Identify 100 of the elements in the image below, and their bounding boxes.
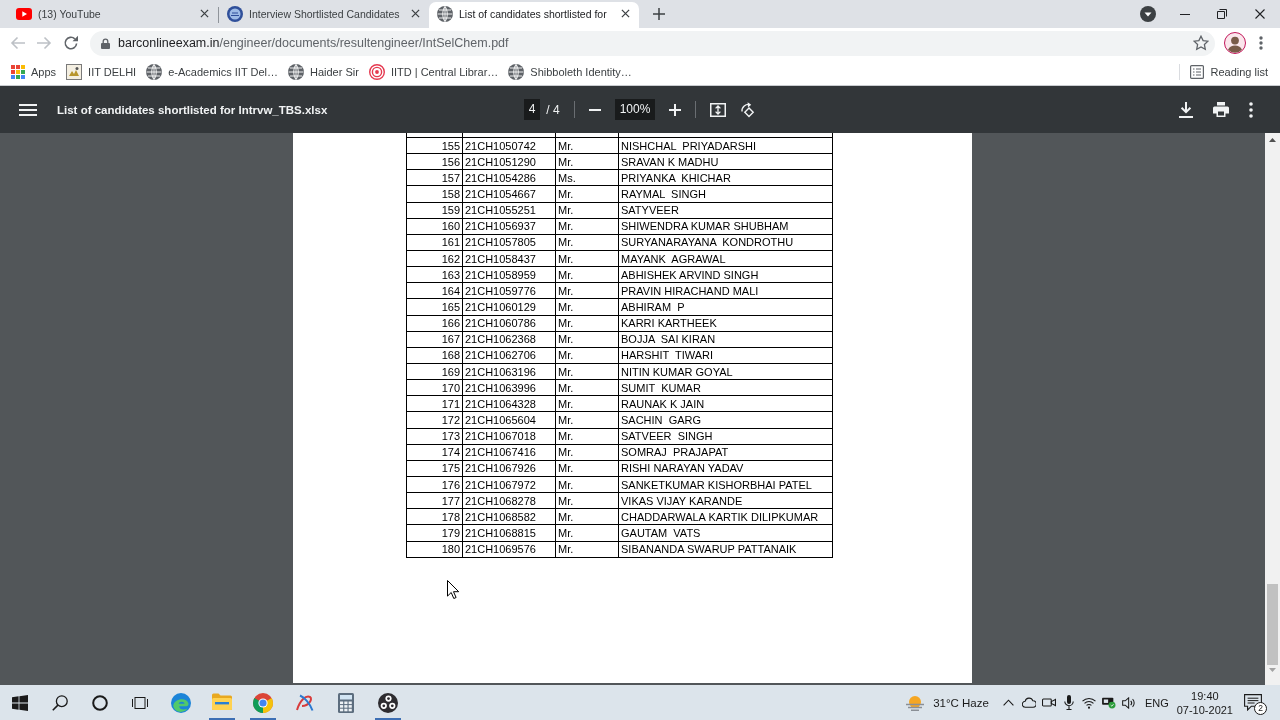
roll-number-cell: 21CH1067926 [463,460,556,476]
serial-number-cell: 166 [406,315,463,331]
bookmark[interactable]: IIT DELHI [61,59,142,84]
name-cell: SACHIN GARG [619,412,833,428]
page-count: / 4 [546,102,560,117]
browser-tab[interactable]: Interview Shortlisted Candidates [219,2,429,28]
folder-icon[interactable] [212,692,233,710]
serial-number-cell: 169 [406,363,463,380]
chevron-up-icon[interactable] [1002,699,1014,706]
document-title: List of candidates shortlisted for Intrvw_TBS.xlsx [57,103,328,116]
bookmark[interactable]: Haider Sir [283,59,364,84]
serial-number-cell: 155 [406,138,463,154]
close-icon[interactable] [411,9,420,18]
bookmark[interactable]: IITD | Central Librar… [363,59,504,84]
menu-icon[interactable] [19,103,37,116]
close-icon[interactable] [200,9,209,18]
name-cell: RAUNAK K JAIN [619,396,833,412]
serial-number-cell: 158 [406,186,463,202]
roll-number-cell: 21CH1060129 [463,299,556,315]
calculator-icon[interactable] [338,692,355,713]
picture-tile-icon [66,63,83,80]
minus-icon[interactable] [588,108,601,111]
video-camera-icon[interactable] [1041,697,1056,708]
weather-text[interactable]: 31°C Haze [933,696,989,709]
more-icon[interactable] [1249,101,1253,118]
roll-number-cell: 21CH1062706 [463,347,556,363]
browser-logo-icon[interactable] [253,692,274,713]
ring-icon[interactable] [92,694,108,711]
reload-icon[interactable] [63,35,79,51]
zoom-level-field[interactable]: 100% [614,99,656,120]
minimize-icon[interactable] [1180,13,1190,15]
window-close-icon[interactable] [1255,9,1265,19]
bookmark[interactable]: Apps [6,59,62,84]
roll-number-cell: 21CH1062368 [463,331,556,347]
card-badge-icon[interactable] [1101,696,1116,709]
name-cell: NITIN KUMAR GOYAL [619,363,833,380]
reading-list-button[interactable]: Reading list [1189,59,1268,84]
sketch-tool-icon[interactable] [294,692,315,713]
task-view-icon[interactable] [132,694,148,711]
roll-number-cell: 21CH1056937 [463,218,556,234]
serial-number-cell: 170 [406,380,463,396]
name-cell: SOMRAJ PRAJAPAT [619,444,833,460]
sun-haze-icon[interactable] [905,694,926,711]
roll-number-cell: 21CH1067972 [463,476,556,493]
salutation-cell: Mr. [556,428,619,444]
name-cell: NISHCHAL PRIYADARSHI [619,138,833,154]
name-cell: SHIWENDRA KUMAR SHUBHAM [619,218,833,234]
globe-icon [146,63,163,80]
salutation-cell: Mr. [556,541,619,557]
mouse-pointer-icon [447,580,459,599]
fit-to-page-icon[interactable] [710,102,727,117]
plus-icon[interactable] [653,8,665,20]
salutation-cell: Mr. [556,315,619,331]
lock-icon[interactable] [101,37,110,49]
salutation-cell: Ms. [556,170,619,186]
salutation-cell: Mr. [556,138,619,154]
page-number-field[interactable]: 4 [523,99,541,120]
bookmark[interactable]: Shibboleth Identity… [503,59,637,84]
start-icon[interactable] [12,694,28,711]
salutation-cell: Mr. [556,186,619,202]
scrollbar[interactable] [1265,133,1280,685]
browser-tab[interactable]: List of candidates shortlisted for [429,2,639,28]
salutation-cell: Mr. [556,460,619,476]
roll-number-cell: 21CH1058437 [463,251,556,267]
star-icon[interactable] [1193,35,1209,51]
serial-number-cell: 180 [406,541,463,557]
cloud-icon[interactable] [1021,697,1036,708]
browser-tab[interactable]: (13) YouTube [8,2,218,28]
wifi-icon[interactable] [1081,696,1096,709]
globe-icon [437,5,453,22]
restore-icon[interactable] [1217,9,1227,19]
scrollbar-thumb[interactable] [1267,584,1278,665]
scroll-up-icon[interactable] [1269,138,1276,142]
search-icon[interactable] [52,694,68,711]
swirl-logo-icon[interactable] [170,692,191,713]
salutation-cell: Mr. [556,299,619,315]
three-circle-logo-icon[interactable] [377,692,398,713]
notification-icon[interactable] [1244,694,1262,711]
rotate-icon[interactable] [740,101,757,118]
serial-number-cell: 171 [406,396,463,412]
avatar-icon[interactable] [1224,32,1246,54]
more-icon[interactable] [1259,36,1263,50]
close-icon[interactable] [621,9,630,18]
printer-icon[interactable] [1213,102,1229,117]
name-cell: KARRI KARTHEEK [619,315,833,331]
speaker-icon[interactable] [1121,696,1136,709]
name-cell: VIKAS VIJAY KARANDE [619,493,833,509]
microphone-icon[interactable] [1061,695,1076,710]
salutation-cell: Mr. [556,154,619,170]
address-bar[interactable]: barconlineexam.in/engineer/documents/resultengineer/IntSelChem.pdf [90,30,1215,56]
language-indicator[interactable]: ENG [1144,696,1169,709]
salutation-cell: Mr. [556,363,619,380]
name-cell: SATYVEER [619,202,833,218]
dropdown-circle-icon[interactable] [1140,6,1156,22]
clock[interactable]: 19:40 07-10-2021 [1176,688,1233,717]
roll-number-cell: 21CH1055251 [463,202,556,218]
round-emblem-icon [227,5,243,22]
roll-number-cell: 21CH1067018 [463,428,556,444]
bookmark[interactable]: e-Academics IIT Del… [141,59,283,84]
download-icon[interactable] [1179,101,1193,118]
